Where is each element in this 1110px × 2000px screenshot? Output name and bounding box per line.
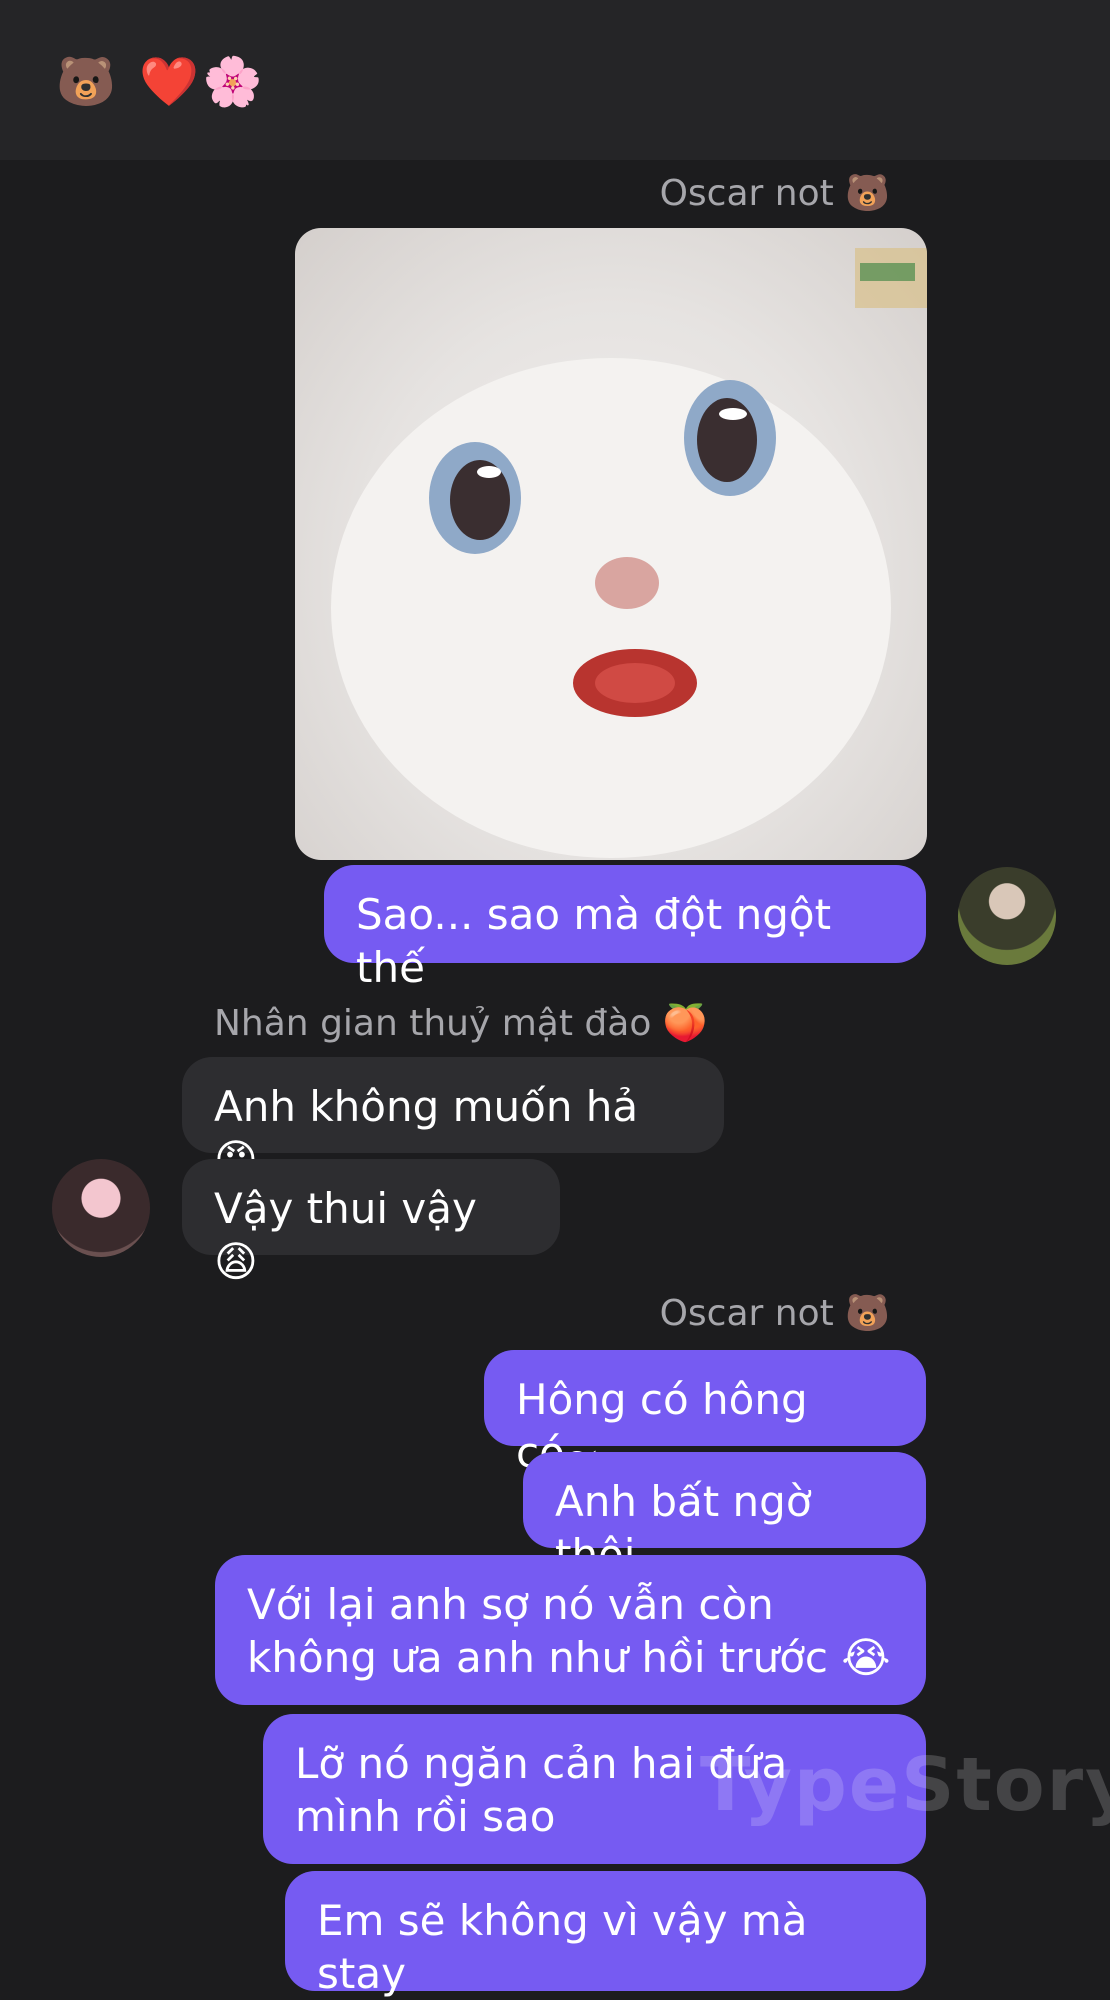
outgoing-message[interactable]: Sao... sao mà đột ngột thế bbox=[324, 865, 926, 992]
avatar-oscar[interactable] bbox=[958, 867, 1056, 965]
outgoing-message[interactable]: Anh bất ngờ thôi bbox=[523, 1452, 926, 1579]
cat-photo-message[interactable] bbox=[295, 228, 927, 860]
sender-name-nhan: Nhân gian thuỷ mật đào 🍑 bbox=[214, 1003, 708, 1044]
chat-title-emojis: 🐻 ❤️🌸 bbox=[56, 54, 267, 110]
outgoing-message[interactable]: Với lại anh sợ nó vẫn còn không ưa anh n… bbox=[215, 1555, 926, 1705]
cat-image bbox=[331, 248, 927, 858]
outgoing-message[interactable]: Hông có hông có~ bbox=[484, 1350, 926, 1477]
incoming-message[interactable]: Anh không muốn hả 😠 bbox=[182, 1057, 724, 1184]
typestory-watermark: TypeStory bbox=[700, 1742, 1110, 1828]
chat-header: 🐻 ❤️🌸 bbox=[0, 0, 1110, 160]
avatar-nhan[interactable] bbox=[52, 1159, 150, 1257]
outgoing-message[interactable]: Em sẽ không vì vậy mà stay bbox=[285, 1871, 926, 1998]
sender-name-oscar: Oscar not 🐻 bbox=[659, 1293, 890, 1334]
incoming-message[interactable]: Vậy thui vậy 😩 bbox=[182, 1159, 560, 1286]
sender-name-oscar: Oscar not 🐻 bbox=[659, 173, 890, 214]
